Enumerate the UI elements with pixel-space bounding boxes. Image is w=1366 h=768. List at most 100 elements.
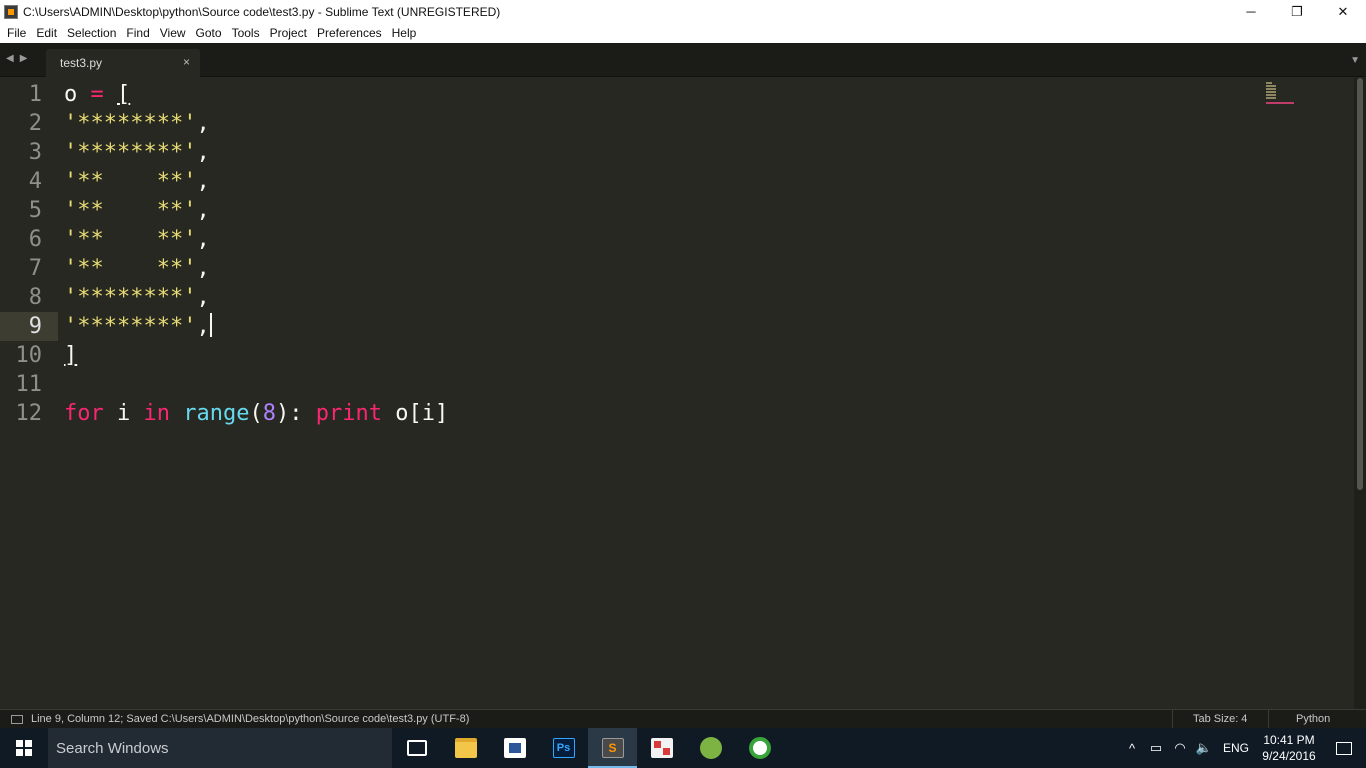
code-token: '********'	[64, 111, 197, 136]
code-token: '********'	[64, 314, 197, 339]
taskbar-sublime-text[interactable]: S	[588, 728, 637, 768]
minimize-button[interactable]: ─	[1228, 0, 1274, 23]
menu-preferences[interactable]: Preferences	[312, 23, 387, 43]
taskbar-file-explorer[interactable]	[441, 728, 490, 768]
menu-project[interactable]: Project	[265, 23, 312, 43]
system-tray: ^ ▭ ◠ 🔈 ENG 10:41 PM 9/24/2016	[1120, 728, 1366, 768]
folder-icon	[454, 738, 477, 758]
menu-edit[interactable]: Edit	[31, 23, 62, 43]
panel-toggle-icon[interactable]	[11, 714, 23, 724]
code-line[interactable]: '********',	[64, 109, 210, 138]
menu-goto[interactable]: Goto	[191, 23, 227, 43]
taskbar-photoshop[interactable]: Ps	[539, 728, 588, 768]
taskbar-android-studio[interactable]	[686, 728, 735, 768]
text-caret	[209, 313, 212, 337]
line-number: 12	[15, 401, 43, 426]
clock-date: 9/24/2016	[1262, 749, 1316, 763]
scrollbar-thumb[interactable]	[1357, 78, 1363, 490]
window-title: C:\Users\ADMIN\Desktop\python\Source cod…	[23, 4, 501, 19]
code-line[interactable]: ]	[64, 341, 77, 370]
action-center-button[interactable]	[1322, 728, 1366, 768]
line-number: 11	[15, 372, 43, 397]
taskbar-task-view[interactable]	[392, 728, 441, 768]
menu-help[interactable]: Help	[387, 23, 422, 43]
tab-test3-py[interactable]: test3.py ×	[46, 49, 200, 77]
code-token: '** **'	[64, 256, 197, 281]
code-line[interactable]: '** **',	[64, 254, 210, 283]
vertical-scrollbar[interactable]	[1354, 78, 1366, 709]
chevron-up-icon[interactable]: ^	[1120, 741, 1144, 756]
code-line[interactable]: '********',	[64, 138, 210, 167]
menu-file[interactable]: File	[2, 23, 31, 43]
menu-view[interactable]: View	[155, 23, 191, 43]
volume-icon[interactable]: 🔈	[1192, 740, 1216, 756]
task-view-icon	[406, 740, 427, 756]
code-token: ]	[64, 343, 78, 368]
close-icon[interactable]: ×	[183, 55, 190, 69]
code-line[interactable]: for i in range(8): print o[i]	[64, 399, 448, 428]
clock-time: 10:41 PM	[1263, 733, 1315, 747]
code-token: ,	[196, 140, 210, 165]
title-bar: C:\Users\ADMIN\Desktop\python\Source cod…	[0, 0, 1366, 23]
code-token: '********'	[64, 285, 197, 310]
line-number: 7	[28, 256, 42, 281]
wifi-icon[interactable]: ◠	[1168, 740, 1192, 756]
tool-icon	[650, 738, 673, 758]
code-token: print	[315, 401, 382, 426]
taskbar-store[interactable]	[490, 728, 539, 768]
windows-taskbar: Search Windows Ps S ^ ▭ ◠ 🔈 ENG 10:41 PM…	[0, 728, 1366, 768]
start-button[interactable]	[0, 728, 48, 768]
line-number: 4	[28, 169, 42, 194]
arrow-left-icon[interactable]: ◀	[6, 53, 14, 64]
code-token: ,	[196, 198, 210, 223]
android-icon	[699, 737, 722, 759]
close-button[interactable]: ✕	[1320, 0, 1366, 23]
code-line[interactable]: '** **',	[64, 167, 210, 196]
code-token: ,	[196, 256, 210, 281]
code-token: '** **'	[64, 198, 197, 223]
code-token: in	[143, 401, 171, 426]
code-token: ,	[196, 314, 210, 339]
tab-size-selector[interactable]: Tab Size: 4	[1172, 710, 1268, 729]
code-line[interactable]: '** **',	[64, 225, 210, 254]
tab-label: test3.py	[60, 56, 103, 70]
line-number: 9	[28, 314, 42, 339]
battery-icon[interactable]: ▭	[1144, 740, 1168, 756]
sublime-app-icon	[4, 4, 18, 19]
taskbar-green-app[interactable]	[735, 728, 784, 768]
code-editor[interactable]: 1 2 3 4 5 6 7 8 9 10 11 12 o = ['********', '*******…	[0, 78, 1354, 709]
menu-tools[interactable]: Tools	[227, 23, 265, 43]
restore-button[interactable]: ❐	[1274, 0, 1320, 23]
code-line[interactable]: o = [	[64, 80, 130, 109]
code-line[interactable]: '********',	[64, 283, 210, 312]
syntax-selector[interactable]: Python	[1268, 710, 1366, 729]
line-number: 5	[28, 198, 42, 223]
code-token: i	[103, 401, 144, 426]
code-line[interactable]: '********',	[64, 312, 212, 341]
taskbar-tool[interactable]	[637, 728, 686, 768]
code-token: '********'	[64, 140, 197, 165]
arrow-right-icon[interactable]: ▶	[20, 53, 28, 64]
line-number: 1	[28, 82, 42, 107]
code-line[interactable]: '** **',	[64, 196, 210, 225]
menu-selection[interactable]: Selection	[62, 23, 121, 43]
menu-bar: File Edit Selection Find View Goto Tools…	[0, 23, 1366, 43]
menu-find[interactable]: Find	[121, 23, 154, 43]
line-number: 10	[15, 343, 43, 368]
tab-nav-arrows: ◀ ▶	[6, 53, 27, 64]
minimap[interactable]	[1262, 80, 1302, 106]
search-box[interactable]: Search Windows	[48, 728, 392, 768]
line-number: 2	[28, 111, 42, 136]
code-token: '** **'	[64, 169, 197, 194]
code-token: ,	[196, 111, 210, 136]
language-indicator[interactable]: ENG	[1216, 741, 1256, 755]
clock[interactable]: 10:41 PM 9/24/2016	[1256, 732, 1322, 764]
line-number: 8	[28, 285, 42, 310]
notification-icon	[1336, 741, 1352, 755]
code-token: '** **'	[64, 227, 197, 252]
chevron-down-icon[interactable]: ▼	[1350, 55, 1360, 66]
status-bar: Line 9, Column 12; Saved C:\Users\ADMIN\…	[0, 709, 1366, 729]
code-token: for	[64, 401, 104, 426]
